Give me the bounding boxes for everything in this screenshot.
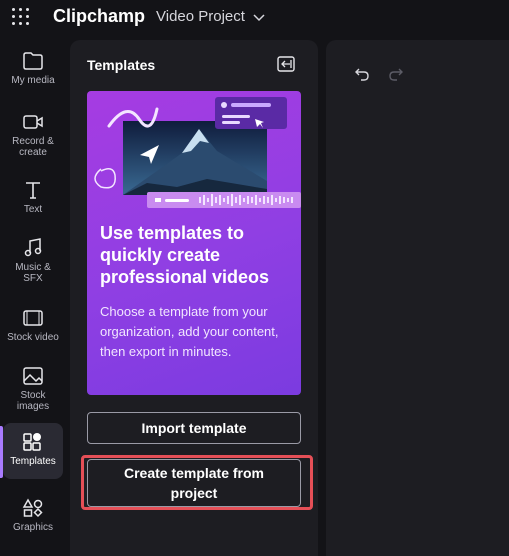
nav-item-stock-video[interactable]: Stock video — [3, 308, 63, 348]
nav-label: Stock video — [7, 332, 59, 343]
nav-item-text[interactable]: Text — [3, 180, 63, 220]
preview-area — [326, 40, 509, 556]
film-icon — [23, 310, 43, 326]
chevron-down-icon — [253, 14, 265, 22]
image-icon — [23, 367, 43, 385]
templates-promo-card: Use templates to quickly create professi… — [87, 91, 301, 395]
nav-item-my-media[interactable]: My media — [3, 51, 63, 93]
create-template-from-project-button[interactable]: Create template from project — [87, 459, 301, 507]
nav-item-record-create[interactable]: Record & create — [3, 112, 63, 162]
nav-label: Text — [23, 204, 43, 215]
nav-item-music-sfx[interactable]: Music & SFX — [3, 238, 63, 288]
promo-illustration — [94, 97, 301, 208]
nav-label: Music & SFX — [15, 262, 51, 284]
undo-icon[interactable] — [354, 66, 370, 82]
promo-heading: Use templates to quickly create professi… — [100, 223, 270, 287]
folder-icon — [23, 52, 43, 70]
text-icon — [26, 182, 40, 199]
collapse-panel-icon[interactable] — [277, 56, 295, 72]
import-template-button[interactable]: Import template — [87, 412, 301, 444]
project-name: Video Project — [156, 8, 245, 25]
nav-item-stock-images[interactable]: Stock images — [3, 366, 63, 416]
nav-item-graphics[interactable]: Graphics — [3, 498, 63, 538]
nav-label: Stock images — [16, 390, 50, 412]
nav-label: Graphics — [12, 522, 53, 533]
templates-panel: Templates Use templates to quickly creat… — [70, 40, 318, 556]
app-launcher-icon[interactable] — [12, 8, 30, 26]
redo-icon[interactable] — [388, 66, 404, 82]
app-title: Clipchamp — [53, 6, 146, 26]
templates-icon — [23, 433, 41, 451]
nav-label: Record & create — [12, 136, 54, 158]
shapes-icon — [22, 498, 43, 518]
nav-label: My media — [11, 75, 55, 86]
nav-item-templates[interactable]: Templates — [3, 423, 63, 479]
promo-body: Choose a template from your organization… — [100, 304, 279, 359]
nav-label: Templates — [10, 456, 56, 467]
left-navigation: My media Record & create Text Music & SF… — [0, 36, 66, 556]
camera-icon — [23, 115, 43, 129]
project-name-dropdown[interactable]: Video Project — [156, 8, 265, 25]
top-bar: Clipchamp Video Project — [0, 0, 509, 36]
music-note-icon — [24, 238, 42, 257]
panel-title: Templates — [87, 57, 156, 73]
